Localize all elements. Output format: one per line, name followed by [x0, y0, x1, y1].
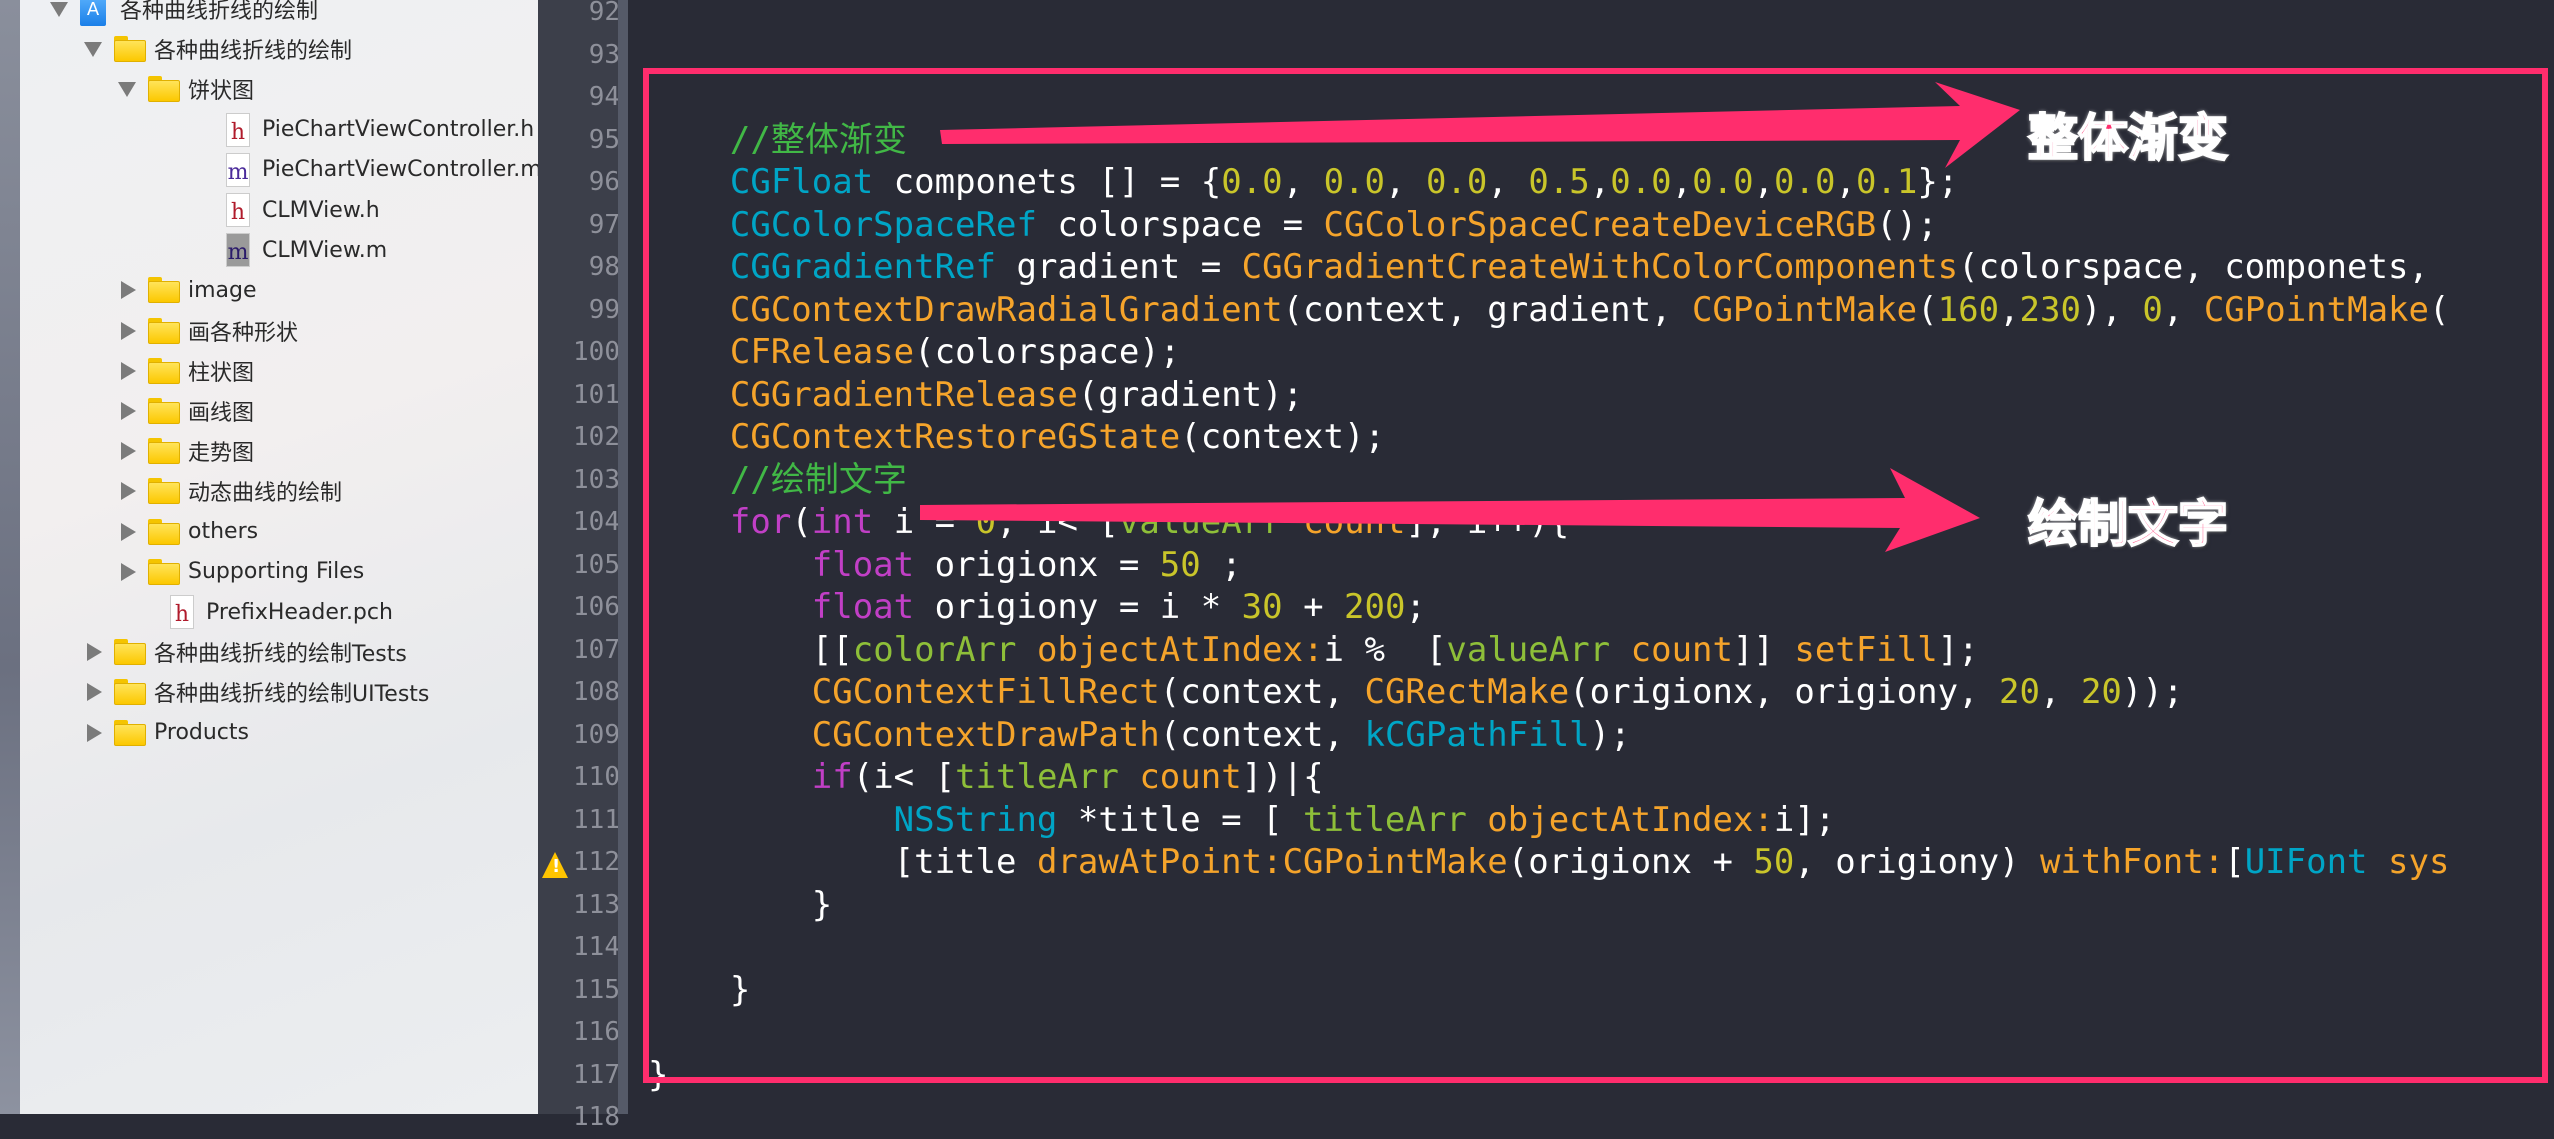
arrow-gradient — [940, 82, 2020, 168]
annotation-gradient-label: 整体渐变 — [2027, 108, 2229, 168]
annotation-text-label: 绘制文字 — [2027, 494, 2229, 554]
arrow-text — [920, 468, 1980, 552]
